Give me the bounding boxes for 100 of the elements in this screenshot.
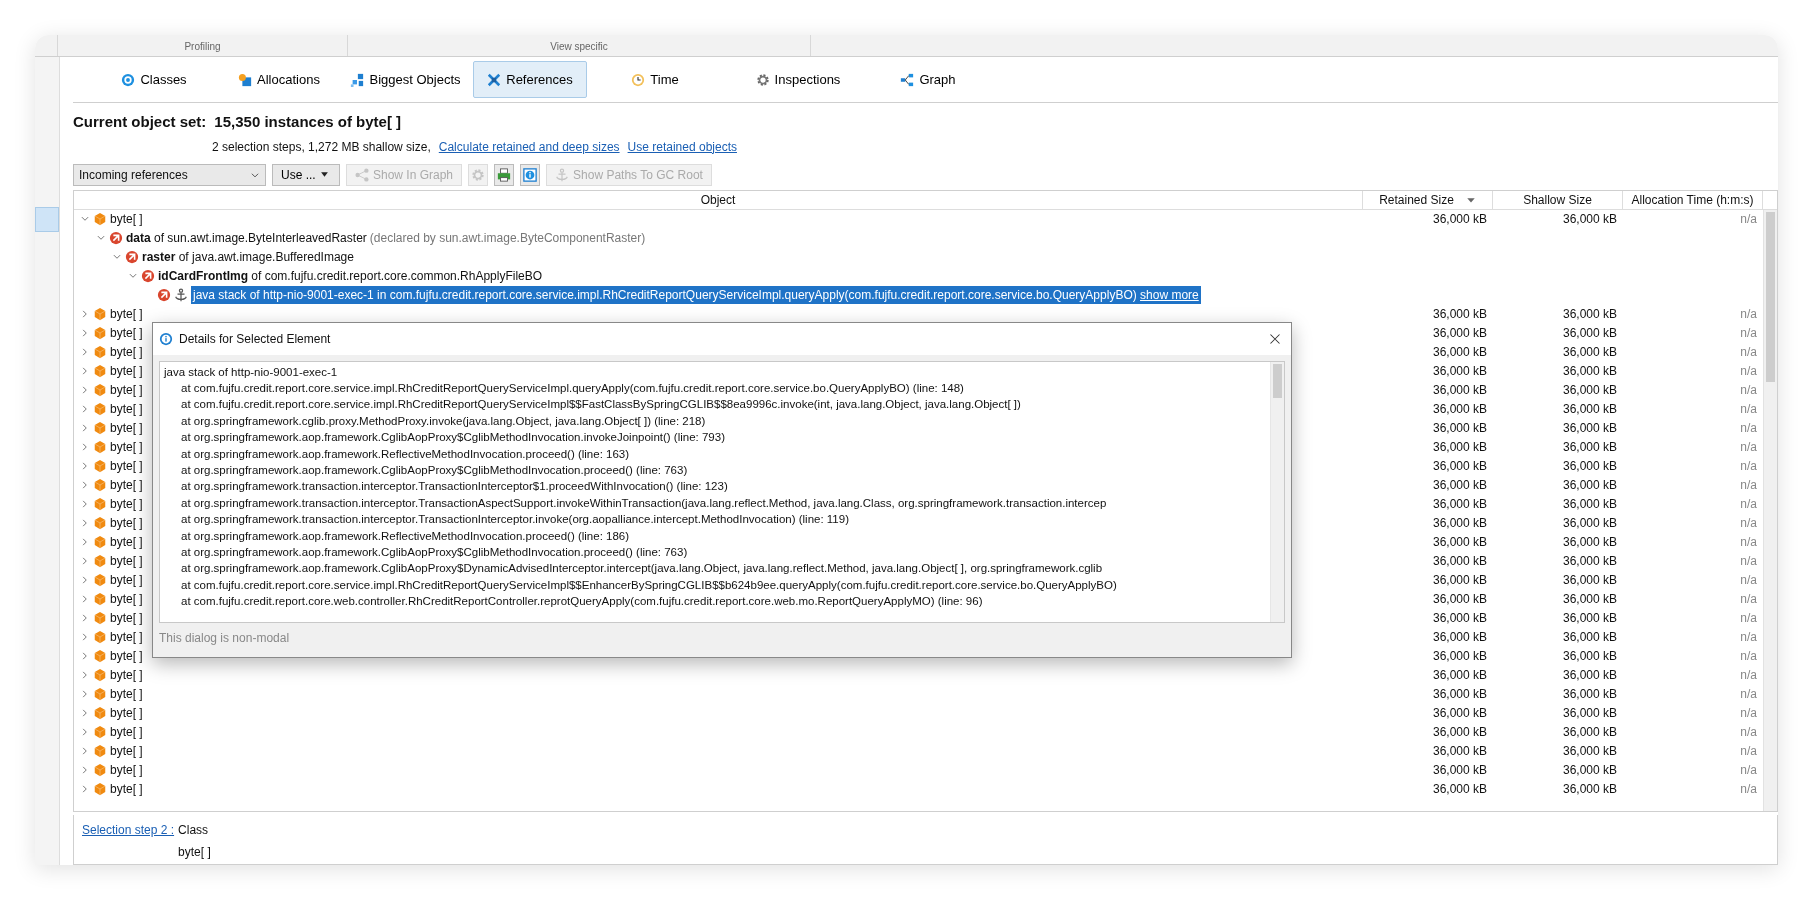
cube-icon bbox=[93, 364, 107, 378]
chevron-right-icon[interactable] bbox=[80, 461, 90, 471]
link[interactable]: Calculate retained and deep sizes bbox=[438, 137, 620, 156]
tab[interactable]: Allocations bbox=[220, 61, 338, 98]
chevron-right-icon[interactable] bbox=[80, 708, 90, 718]
object-label[interactable]: byte[ ] bbox=[110, 495, 143, 513]
chevron-down-icon[interactable] bbox=[112, 252, 122, 262]
chevron-right-icon[interactable] bbox=[80, 689, 90, 699]
allocation-time: n/a bbox=[1740, 402, 1757, 416]
reference-icon bbox=[157, 288, 171, 302]
chevron-right-icon[interactable] bbox=[80, 423, 90, 433]
chevron-right-icon[interactable] bbox=[80, 537, 90, 547]
object-label[interactable]: byte[ ] bbox=[110, 324, 143, 342]
chevron-right-icon[interactable] bbox=[80, 366, 90, 376]
object-label[interactable]: byte[ ] bbox=[110, 723, 143, 741]
object-label[interactable]: byte[ ] bbox=[110, 590, 143, 608]
shallow-size: 36,000 kB bbox=[1562, 706, 1617, 720]
link[interactable]: Use retained objects bbox=[627, 137, 737, 156]
toolbar-icon-button[interactable] bbox=[520, 163, 541, 186]
object-label[interactable]: byte[ ] bbox=[110, 210, 143, 228]
tab[interactable]: Biggest Objects bbox=[338, 61, 473, 98]
retained-size: 36,000 kB bbox=[1432, 725, 1487, 739]
chevron-right-icon[interactable] bbox=[80, 670, 90, 680]
view-dropdown[interactable]: Incoming references bbox=[73, 163, 266, 186]
chevron-right-icon[interactable] bbox=[80, 556, 90, 566]
tab[interactable]: Time bbox=[587, 61, 723, 98]
chevron-right-icon[interactable] bbox=[80, 594, 90, 604]
cube-icon bbox=[93, 725, 107, 739]
chevron-right-icon[interactable] bbox=[80, 518, 90, 528]
chevron-right-icon[interactable] bbox=[80, 784, 90, 794]
stack-entry[interactable]: java stack of http-nio-9001-exec-1 in com.fujfu.credit.report.core.service.impl.RhCreditReportQueryServiceImpl.queryApply(com.fujfu.credit.report.core.service.bo.QueryApplyBO) show more bbox=[191, 286, 1201, 304]
chevron-right-icon[interactable] bbox=[80, 480, 90, 490]
chevron-right-icon[interactable] bbox=[80, 309, 90, 319]
object-label[interactable]: byte[ ] bbox=[110, 666, 143, 684]
object-label[interactable]: byte[ ] bbox=[110, 305, 143, 323]
column-header[interactable]: Allocation Time (h:m:s) bbox=[1631, 190, 1754, 209]
object-label[interactable]: byte[ ] bbox=[110, 609, 143, 627]
scrollbar[interactable] bbox=[1270, 361, 1284, 622]
chevron-right-icon[interactable] bbox=[80, 347, 90, 357]
shallow-size: 36,000 kB bbox=[1562, 212, 1617, 226]
chevron-right-icon[interactable] bbox=[80, 575, 90, 585]
object-label[interactable]: byte[ ] bbox=[110, 780, 143, 798]
tab[interactable]: References bbox=[473, 61, 587, 98]
cube-icon bbox=[93, 402, 107, 416]
scrollbar[interactable] bbox=[1763, 209, 1777, 811]
chevron-down-icon[interactable] bbox=[128, 271, 138, 281]
object-label[interactable]: byte[ ] bbox=[110, 400, 143, 418]
shallow-size: 36,000 kB bbox=[1562, 402, 1617, 416]
object-label[interactable]: byte[ ] bbox=[110, 381, 143, 399]
tab[interactable]: Inspections bbox=[723, 61, 873, 98]
object-label[interactable]: byte[ ] bbox=[110, 343, 143, 361]
reference-label[interactable]: raster of java.awt.image.BufferedImage bbox=[142, 248, 354, 266]
object-label[interactable]: byte[ ] bbox=[110, 704, 143, 722]
declaring-class: (declared by sun.awt.image.ByteComponentRaster) bbox=[369, 230, 646, 247]
object-label[interactable]: byte[ ] bbox=[110, 457, 143, 475]
reference-label[interactable]: data of sun.awt.image.ByteInterleavedRaster bbox=[126, 229, 367, 247]
object-label[interactable]: byte[ ] bbox=[110, 438, 143, 456]
chevron-right-icon[interactable] bbox=[80, 651, 90, 661]
object-label[interactable]: byte[ ] bbox=[110, 761, 143, 779]
allocation-time: n/a bbox=[1740, 630, 1757, 644]
reference-label[interactable]: idCardFrontImg of com.fujfu.credit.report.core.common.RhApplyFileBO bbox=[158, 267, 543, 285]
object-label[interactable]: byte[ ] bbox=[110, 514, 143, 532]
chevron-right-icon[interactable] bbox=[80, 328, 90, 338]
object-label[interactable]: byte[ ] bbox=[110, 628, 143, 646]
object-label[interactable]: byte[ ] bbox=[110, 742, 143, 760]
tab[interactable]: Graph bbox=[873, 61, 983, 98]
object-label[interactable]: byte[ ] bbox=[110, 362, 143, 380]
use-menu-button[interactable]: Use ... bbox=[272, 163, 340, 186]
chevron-right-icon[interactable] bbox=[80, 442, 90, 452]
shallow-size: 36,000 kB bbox=[1562, 497, 1617, 511]
allocation-time: n/a bbox=[1740, 421, 1757, 435]
chevron-right-icon[interactable] bbox=[80, 632, 90, 642]
column-header[interactable]: Retained Size bbox=[1379, 190, 1454, 209]
object-label[interactable]: byte[ ] bbox=[110, 647, 143, 665]
shallow-size: 36,000 kB bbox=[1562, 459, 1617, 473]
chevron-right-icon[interactable] bbox=[80, 404, 90, 414]
shallow-size: 36,000 kB bbox=[1562, 326, 1617, 340]
column-header[interactable]: Object bbox=[700, 190, 736, 209]
chevron-right-icon[interactable] bbox=[80, 613, 90, 623]
chevron-right-icon[interactable] bbox=[80, 727, 90, 737]
show-more-link[interactable]: show more bbox=[1140, 288, 1199, 302]
object-label[interactable]: byte[ ] bbox=[110, 552, 143, 570]
object-label[interactable]: byte[ ] bbox=[110, 419, 143, 437]
selection-step-link[interactable]: Selection step 2 : bbox=[82, 821, 175, 839]
chevron-down-icon[interactable] bbox=[96, 233, 106, 243]
chevron-down-icon[interactable] bbox=[80, 214, 90, 224]
chevron-right-icon[interactable] bbox=[80, 385, 90, 395]
object-label[interactable]: byte[ ] bbox=[110, 533, 143, 551]
column-header[interactable]: Shallow Size bbox=[1523, 190, 1592, 209]
object-label[interactable]: byte[ ] bbox=[110, 571, 143, 589]
object-label[interactable]: byte[ ] bbox=[110, 685, 143, 703]
object-label[interactable]: byte[ ] bbox=[110, 476, 143, 494]
tab[interactable]: Classes bbox=[88, 61, 220, 98]
chevron-right-icon[interactable] bbox=[80, 746, 90, 756]
retained-size: 36,000 kB bbox=[1432, 364, 1487, 378]
cube-icon bbox=[93, 763, 107, 777]
chevron-right-icon[interactable] bbox=[80, 499, 90, 509]
toolbar-icon-button[interactable] bbox=[494, 163, 515, 186]
retained-size: 36,000 kB bbox=[1432, 421, 1487, 435]
chevron-right-icon[interactable] bbox=[80, 765, 90, 775]
